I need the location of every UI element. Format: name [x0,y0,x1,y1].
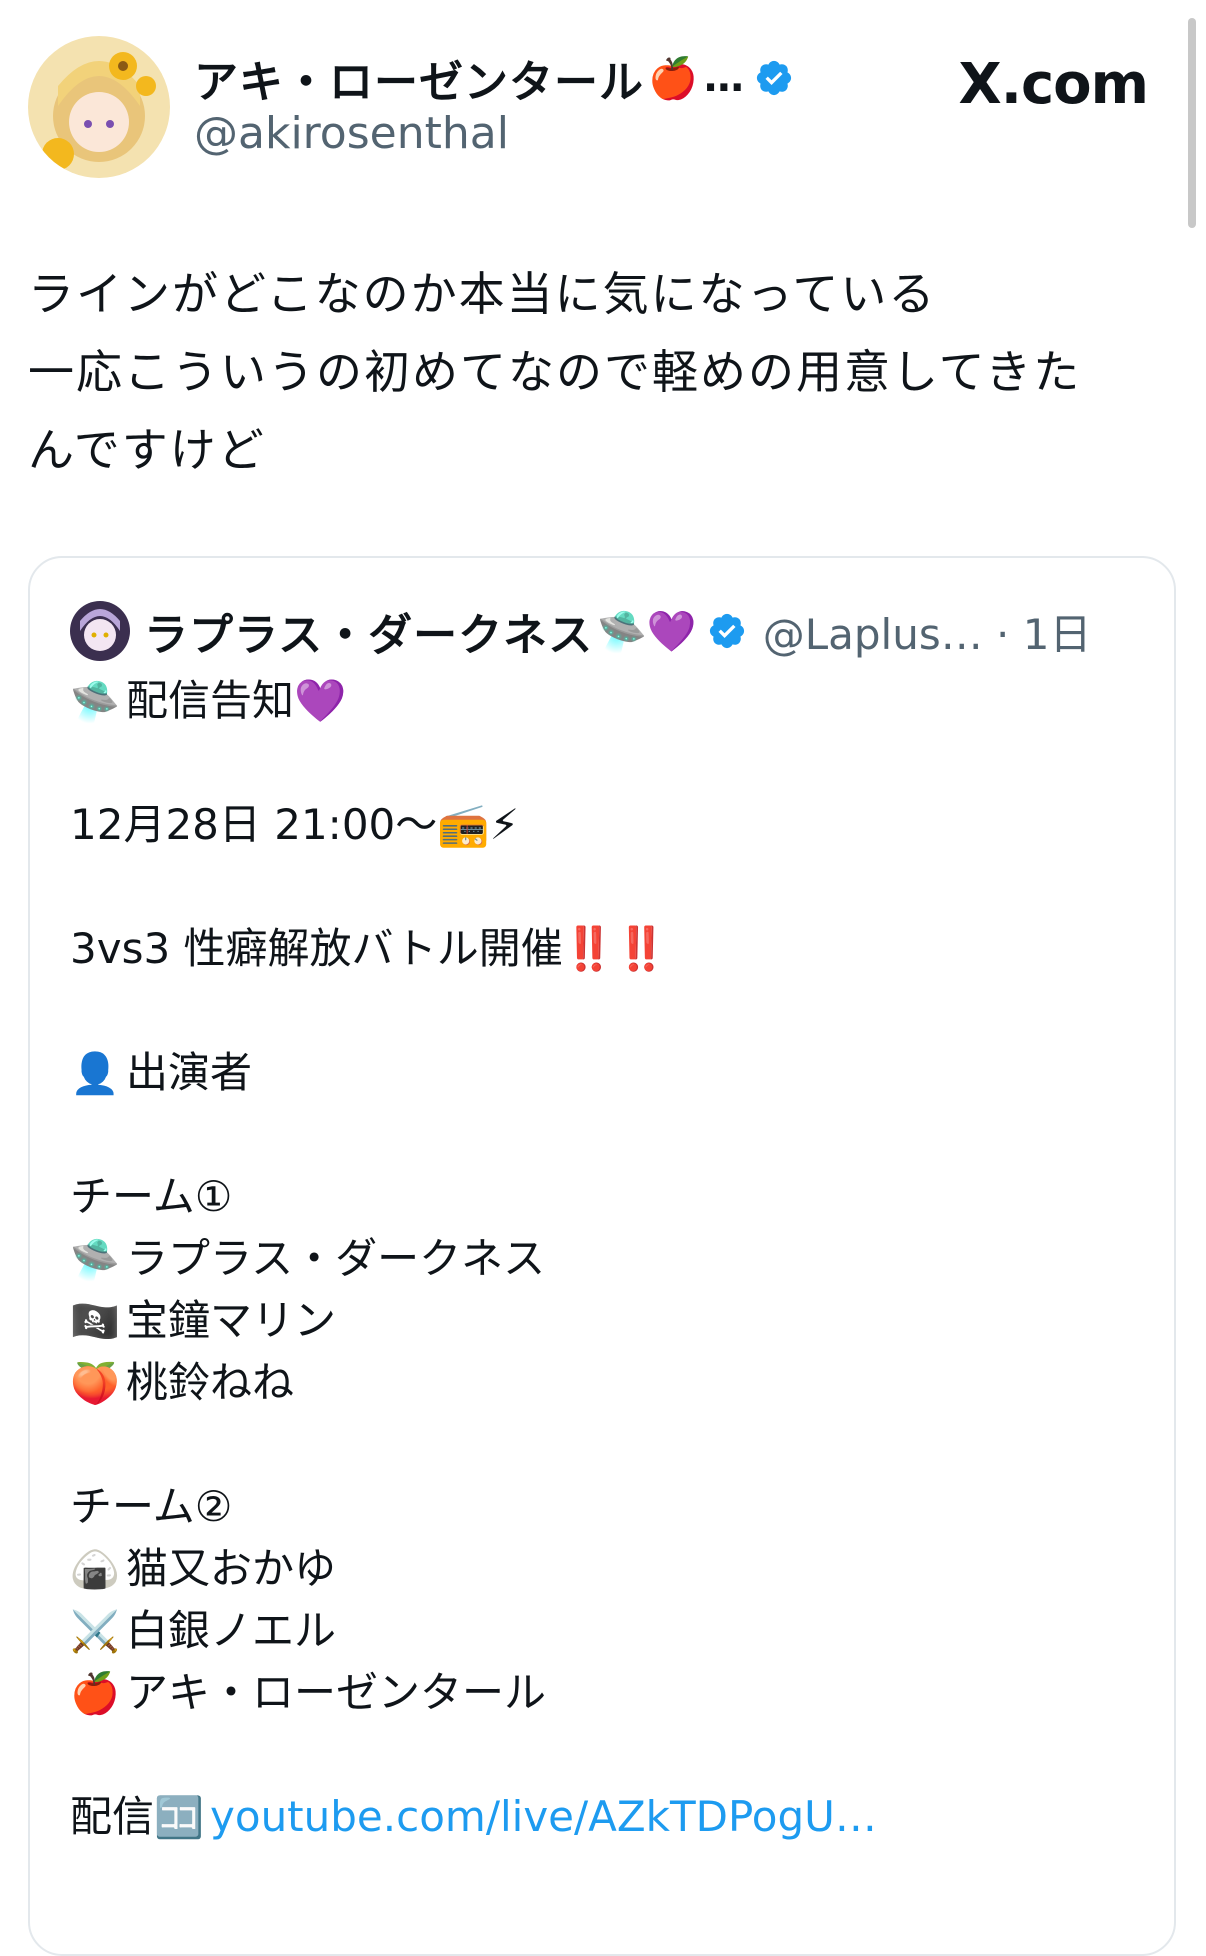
stream-link-line: 配信🈁 youtube.com/live/AZkTDPogU… [70,1786,1130,1848]
x-com-logo[interactable]: X.com [959,52,1149,117]
quoted-handle-time[interactable]: @Laplus… · 1日 [763,601,1092,662]
tweet-header: アキ・ローゼンタール 🍎 … @akirosenthal X.com [28,36,1149,186]
tweet-line: 一応こういうの初めてなので軽めの用意してきた [28,345,1082,399]
quote-line-text: 3vs3 性癖解放バトル開催‼️‼️ [70,924,668,973]
quote-blank-line [70,856,1130,918]
author-name-row[interactable]: アキ・ローゼンタール 🍎 … [194,48,794,108]
quote-line-text: 出演者 [126,1048,253,1097]
quote-line: 🛸 配信告知💜 [70,670,1130,732]
apple-emoji-icon: 🍎 [70,1671,120,1717]
quote-line-text: チーム② [70,1482,233,1531]
ufo-heart-emoji-icon: 🛸💜 [597,608,697,655]
tweet-text: ラインがどこなのか本当に気になっている 一応こういうの初めてなので軽めの用意して… [28,255,1158,489]
author-handle[interactable]: @akirosenthal [194,108,509,159]
quote-line: 🛸 ラプラス・ダークネス [70,1228,1130,1290]
quoted-author-avatar[interactable] [70,601,130,661]
koko-emoji-icon: 🈁 [154,1795,204,1841]
quote-blank-line [70,1104,1130,1166]
quote-blank-line [70,1414,1130,1476]
quote-line-text: 白銀ノエル [126,1606,337,1655]
quote-blank-line [70,732,1130,794]
scrollbar[interactable] [1188,18,1196,228]
peach-emoji-icon: 🍑 [70,1361,120,1407]
quoted-tweet-body: 🛸 配信告知💜 12月28日 21:00〜📻⚡ 3vs3 性癖解放バトル開催‼️‼… [70,670,1130,1848]
quote-line: 12月28日 21:00〜📻⚡ [70,794,1130,856]
quote-line: 🏴‍☠️ 宝鐘マリン [70,1290,1130,1352]
quote-line-text: ラプラス・ダークネス [126,1234,546,1283]
quote-line-text: チーム① [70,1172,233,1221]
quote-line-text: 桃鈴ねね [126,1358,295,1407]
verified-badge-icon [756,60,791,96]
quote-line-text: アキ・ローゼンタール [126,1668,547,1717]
quote-line: 👤 出演者 [70,1042,1130,1104]
rice-ball-emoji-icon: 🍙 [70,1547,120,1593]
pirate-flag-emoji-icon: 🏴‍☠️ [70,1299,120,1345]
youtube-link[interactable]: youtube.com/live/AZkTDPogU… [210,1792,877,1841]
quote-line-text: 12月28日 21:00〜📻⚡ [70,800,520,849]
author-display-name[interactable]: アキ・ローゼンタール [194,46,644,110]
ufo-emoji-icon: 🛸 [70,679,120,725]
quote-line: チーム② [70,1476,1130,1538]
tweet-line: ラインがどこなのか本当に気になっている [28,267,937,321]
quote-line: 🍙 猫又おかゆ [70,1538,1130,1600]
quote-line-text: 配信告知💜 [126,676,347,725]
quote-line: 🍑 桃鈴ねね [70,1352,1130,1414]
quote-line: 🍎 アキ・ローゼンタール [70,1662,1130,1724]
quote-line: ⚔️ 白銀ノエル [70,1600,1130,1662]
author-avatar[interactable] [28,36,170,178]
quoted-tweet[interactable]: ラプラス・ダークネス 🛸💜 @Laplus… · 1日 🛸 配信告知💜 12月28… [28,556,1176,1956]
verified-badge-icon [709,613,744,649]
person-emoji-icon: 👤 [70,1051,120,1097]
quote-line-text: 猫又おかゆ [126,1544,337,1593]
quote-blank-line [70,1724,1130,1786]
crossed-swords-emoji-icon: ⚔️ [70,1609,120,1655]
quote-line: 3vs3 性癖解放バトル開催‼️‼️ [70,918,1130,980]
tweet-line: んですけど [28,423,266,477]
quoted-author-display-name[interactable]: ラプラス・ダークネス [144,599,593,663]
name-ellipsis: … [703,55,744,101]
quoted-tweet-header: ラプラス・ダークネス 🛸💜 @Laplus… · 1日 [70,598,1091,664]
quote-line: チーム① [70,1166,1130,1228]
stream-label: 配信 [70,1792,155,1841]
apple-emoji-icon: 🍎 [648,55,698,102]
ufo-emoji-icon: 🛸 [70,1237,120,1283]
quote-line-text: 宝鐘マリン [126,1296,337,1345]
quote-blank-line [70,980,1130,1042]
